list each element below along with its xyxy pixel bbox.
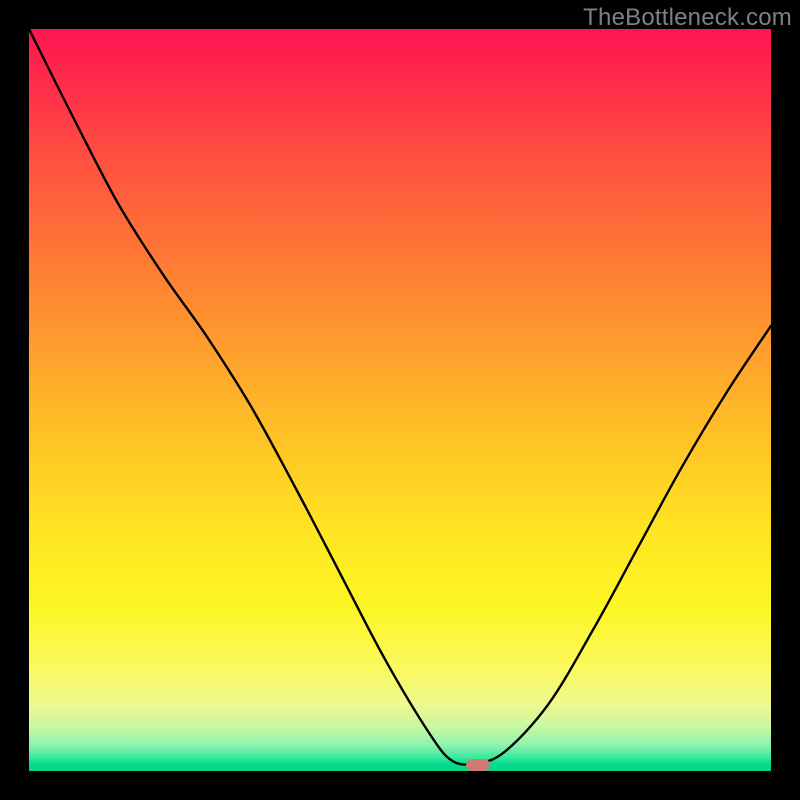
chart-frame: TheBottleneck.com: [0, 0, 800, 800]
plot-area: [29, 29, 771, 771]
minimum-marker: [466, 759, 490, 771]
watermark-label: TheBottleneck.com: [583, 4, 792, 32]
bottleneck-curve: [29, 29, 771, 771]
